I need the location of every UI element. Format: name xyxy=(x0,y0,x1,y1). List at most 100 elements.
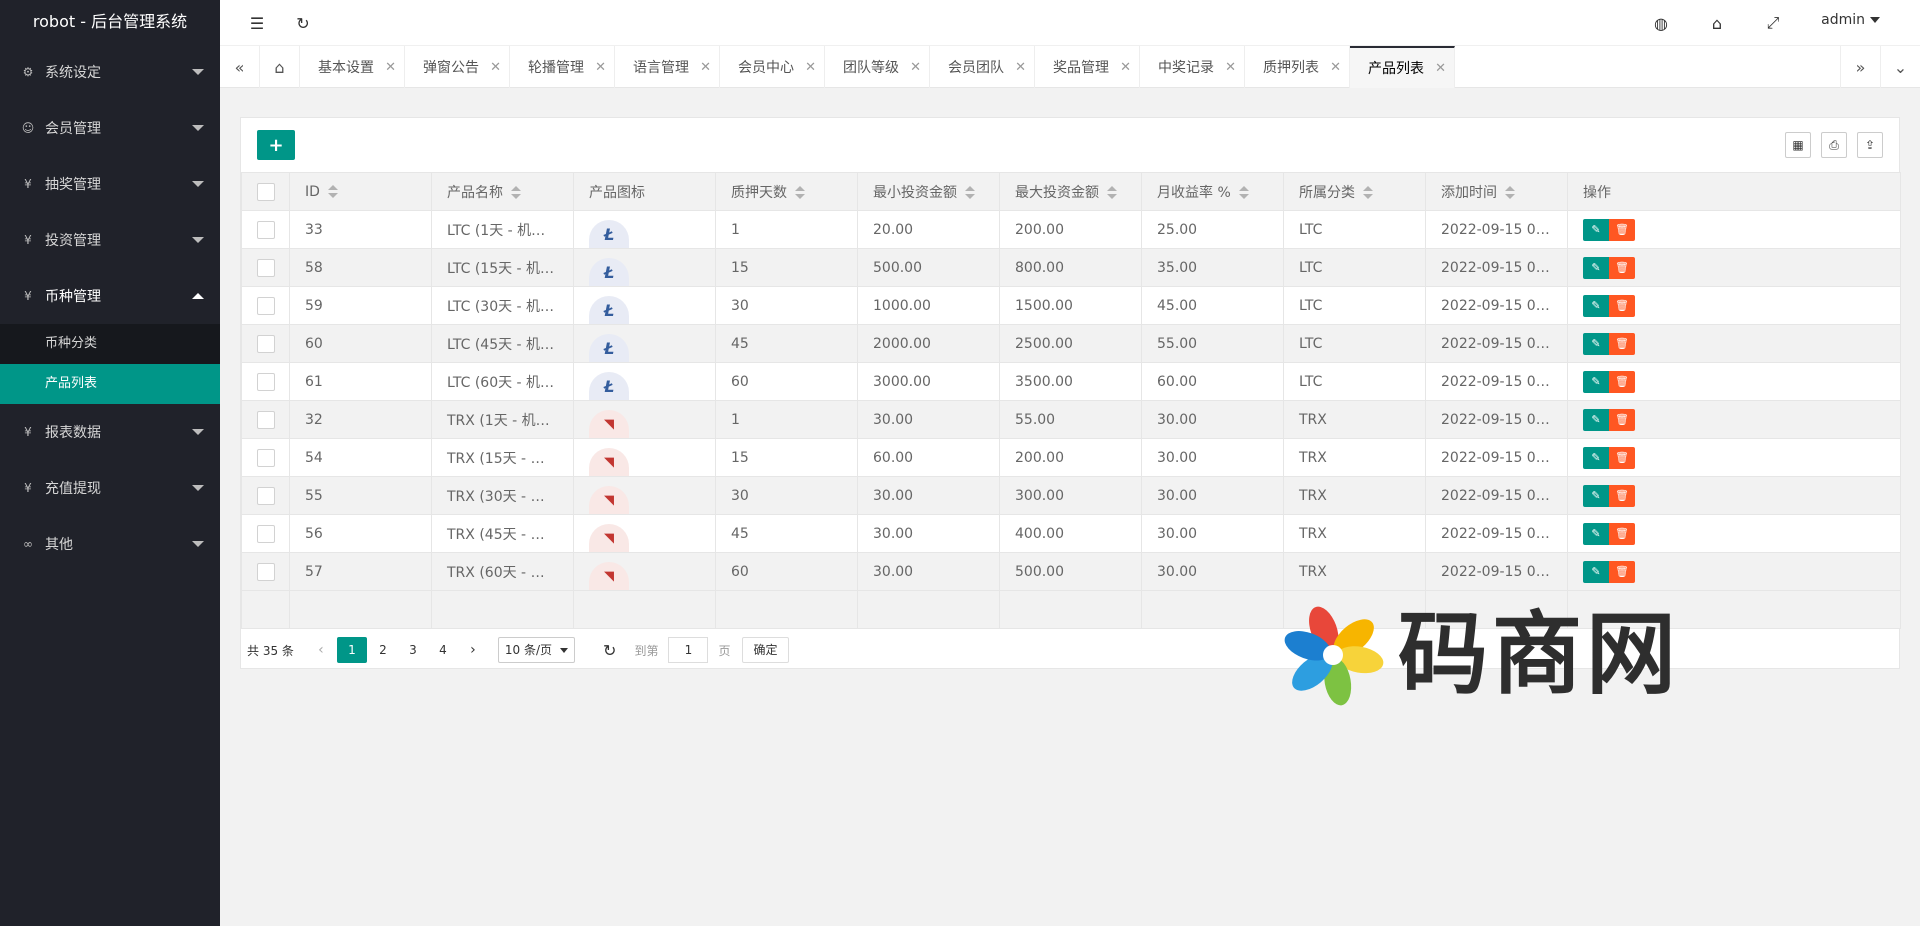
sort-icon[interactable] xyxy=(795,185,805,200)
tab-1[interactable]: 弹窗公告 ✕ xyxy=(405,46,510,88)
prev-page-icon[interactable]: ‹ xyxy=(307,637,335,663)
close-icon[interactable]: ✕ xyxy=(1120,60,1131,75)
tab-5[interactable]: 团队等级 ✕ xyxy=(825,46,930,88)
delete-icon[interactable]: 🗑 xyxy=(1609,560,1635,583)
select-all-checkbox[interactable] xyxy=(256,182,275,201)
delete-icon[interactable]: 🗑 xyxy=(1609,522,1635,545)
home-tab-icon[interactable]: ⌂ xyxy=(260,46,300,88)
edit-icon[interactable]: ✎ xyxy=(1583,294,1609,317)
delete-icon[interactable]: 🗑 xyxy=(1609,484,1635,507)
pager-refresh-icon[interactable]: ↻ xyxy=(603,641,616,660)
sort-icon[interactable] xyxy=(965,185,975,200)
tab-6[interactable]: 会员团队 ✕ xyxy=(930,46,1035,88)
theme-icon[interactable]: ◍ xyxy=(1650,12,1672,34)
row-checkbox[interactable] xyxy=(256,448,275,467)
close-icon[interactable]: ✕ xyxy=(490,60,501,75)
tab-7[interactable]: 奖品管理 ✕ xyxy=(1035,46,1140,88)
sort-icon[interactable] xyxy=(327,184,338,199)
table-row[interactable]: 54 TRX (15天 - 机… ◥ 15 60.00 200.00 30.00 TRX 202… xyxy=(241,438,1901,477)
sidebar-item-0[interactable]: ⚙ 系统设定 xyxy=(0,44,220,100)
row-checkbox[interactable] xyxy=(256,334,275,353)
row-checkbox[interactable] xyxy=(256,410,275,429)
page-4-button[interactable]: 4 xyxy=(429,637,457,663)
tab-0[interactable]: 基本设置 ✕ xyxy=(300,46,405,88)
page-2-button[interactable]: 2 xyxy=(369,637,397,663)
edit-icon[interactable]: ✎ xyxy=(1583,370,1609,393)
edit-icon[interactable]: ✎ xyxy=(1583,522,1609,545)
close-icon[interactable]: ✕ xyxy=(910,60,921,75)
table-row[interactable]: 59 LTC (30天 - 机… Ł 30 1000.00 1500.00 45.00 LTC… xyxy=(241,286,1901,325)
next-page-icon[interactable]: › xyxy=(459,637,487,663)
sidebar-item-3[interactable]: ¥ 投资管理 xyxy=(0,212,220,268)
page-1-button[interactable]: 1 xyxy=(336,637,367,663)
sidebar-item-4[interactable]: ¥ 币种管理 xyxy=(0,268,220,324)
tab-8[interactable]: 中奖记录 ✕ xyxy=(1140,46,1245,88)
close-icon[interactable]: ✕ xyxy=(1330,60,1341,75)
close-icon[interactable]: ✕ xyxy=(700,60,711,75)
edit-icon[interactable]: ✎ xyxy=(1583,408,1609,431)
sidebar-subitem-1[interactable]: 产品列表 xyxy=(0,364,220,404)
column-header-4[interactable]: 最小投资金额 xyxy=(857,172,1000,211)
sort-icon[interactable] xyxy=(1238,185,1249,200)
row-checkbox[interactable] xyxy=(256,296,275,315)
edit-icon[interactable]: ✎ xyxy=(1583,484,1609,507)
refresh-icon[interactable]: ↻ xyxy=(292,12,314,34)
per-page-select[interactable]: 10 条/页 xyxy=(497,637,576,663)
tabs-scroll-left-icon[interactable]: « xyxy=(220,46,260,88)
column-header-8[interactable]: 添加时间 xyxy=(1425,172,1568,211)
sidebar-item-2[interactable]: ¥ 抽奖管理 xyxy=(0,156,220,212)
edit-icon[interactable]: ✎ xyxy=(1583,446,1609,469)
delete-icon[interactable]: 🗑 xyxy=(1609,294,1635,317)
close-icon[interactable]: ✕ xyxy=(1435,61,1446,76)
close-icon[interactable]: ✕ xyxy=(1015,60,1026,75)
column-header-5[interactable]: 最大投资金额 xyxy=(999,172,1142,211)
sort-icon[interactable] xyxy=(1505,185,1515,200)
page-3-button[interactable]: 3 xyxy=(399,637,427,663)
row-checkbox[interactable] xyxy=(256,562,275,581)
table-row[interactable]: 33 LTC (1天 - 机器… Ł 1 20.00 200.00 25.00 LTC 2022… xyxy=(241,210,1901,249)
fullscreen-icon[interactable]: ⤢ xyxy=(1762,12,1784,34)
close-icon[interactable]: ✕ xyxy=(385,60,396,75)
tabs-scroll-right-icon[interactable]: » xyxy=(1840,46,1880,88)
tab-2[interactable]: 轮播管理 ✕ xyxy=(510,46,615,88)
edit-icon[interactable]: ✎ xyxy=(1583,218,1609,241)
edit-icon[interactable]: ✎ xyxy=(1583,332,1609,355)
column-header-3[interactable]: 质押天数 xyxy=(715,172,858,211)
sort-icon[interactable] xyxy=(1107,185,1117,200)
edit-icon[interactable]: ✎ xyxy=(1583,560,1609,583)
row-checkbox[interactable] xyxy=(256,524,275,543)
edit-icon[interactable]: ✎ xyxy=(1583,256,1609,279)
goto-page-input[interactable]: 1 xyxy=(668,637,709,663)
sort-icon[interactable] xyxy=(1363,185,1373,200)
close-icon[interactable]: ✕ xyxy=(805,60,816,75)
column-header-0[interactable]: ID xyxy=(289,172,432,211)
tab-10[interactable]: 产品列表 ✕ xyxy=(1350,46,1455,88)
table-row[interactable]: 58 LTC (15天 - 机… Ł 15 500.00 800.00 35.00 LTC 20… xyxy=(241,248,1901,287)
delete-icon[interactable]: 🗑 xyxy=(1609,446,1635,469)
row-checkbox[interactable] xyxy=(256,486,275,505)
column-header-1[interactable]: 产品名称 xyxy=(431,172,574,211)
sidebar-item-7[interactable]: ∞ 其他 xyxy=(0,516,220,572)
row-checkbox[interactable] xyxy=(256,372,275,391)
sidebar-item-1[interactable]: ☺ 会员管理 xyxy=(0,100,220,156)
print-icon[interactable]: ⎙ xyxy=(1821,132,1847,158)
menu-toggle-icon[interactable]: ☰ xyxy=(246,12,268,34)
tab-4[interactable]: 会员中心 ✕ xyxy=(720,46,825,88)
column-header-7[interactable]: 所属分类 xyxy=(1283,172,1426,211)
user-menu[interactable]: admin xyxy=(1821,12,1880,28)
row-checkbox[interactable] xyxy=(256,220,275,239)
delete-icon[interactable]: 🗑 xyxy=(1609,218,1635,241)
tag-icon[interactable]: ⌂ xyxy=(1706,12,1728,34)
column-header-6[interactable]: 月收益率 % xyxy=(1141,172,1284,211)
goto-confirm-button[interactable]: 确定 xyxy=(742,637,789,663)
export-icon[interactable]: ⇪ xyxy=(1857,132,1883,158)
tabs-menu-icon[interactable]: ⌄ xyxy=(1880,46,1920,88)
delete-icon[interactable]: 🗑 xyxy=(1609,370,1635,393)
sort-icon[interactable] xyxy=(511,185,521,200)
tab-9[interactable]: 质押列表 ✕ xyxy=(1245,46,1350,88)
delete-icon[interactable]: 🗑 xyxy=(1609,256,1635,279)
columns-icon[interactable]: ▦ xyxy=(1785,132,1811,158)
row-checkbox[interactable] xyxy=(256,258,275,277)
sidebar-item-6[interactable]: ¥ 充值提现 xyxy=(0,460,220,516)
add-button[interactable]: + xyxy=(257,130,295,160)
